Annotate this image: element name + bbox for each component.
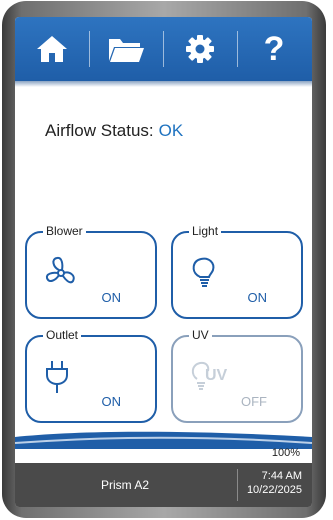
uv-lamp-text: UV	[205, 367, 228, 384]
nav-shadow	[15, 81, 312, 87]
uv-tile[interactable]: UV UV OFF	[171, 327, 303, 423]
light-label: Light	[189, 223, 222, 239]
progress-bar	[15, 431, 312, 449]
light-tile[interactable]: Light ON	[171, 223, 303, 319]
home-icon	[37, 36, 67, 62]
outlet-state: ON	[101, 394, 122, 409]
outlet-tile[interactable]: Outlet ON	[25, 327, 157, 423]
settings-button[interactable]	[163, 17, 237, 81]
top-nav-bar: ?	[15, 17, 312, 81]
light-state: ON	[247, 290, 268, 305]
help-icon: ?	[263, 29, 285, 68]
datetime: 7:44 AM 10/22/2025	[247, 469, 302, 497]
blower-label: Blower	[43, 223, 86, 239]
footer-divider	[237, 469, 238, 501]
gear-icon	[186, 35, 214, 63]
touch-screen: ? Airflow Status: OK Blower ON Light ON …	[15, 17, 312, 507]
uv-lamp-icon: UV	[189, 359, 227, 393]
plug-icon	[43, 359, 71, 400]
folder-icon	[109, 39, 144, 62]
airflow-status-value: OK	[158, 121, 184, 140]
device-name: Prism A2	[100, 478, 149, 492]
help-button[interactable]: ?	[237, 17, 311, 81]
progress-percent: 100%	[271, 447, 300, 459]
blower-tile[interactable]: Blower ON	[25, 223, 157, 319]
blower-state: ON	[101, 290, 122, 305]
airflow-status: Airflow Status: OK	[45, 121, 183, 141]
fan-icon	[43, 255, 79, 296]
uv-label: UV	[189, 327, 212, 343]
folder-button[interactable]	[89, 17, 163, 81]
date-text: 10/22/2025	[246, 484, 302, 496]
lightbulb-icon	[189, 255, 219, 296]
status-footer: Prism A2 7:44 AM 10/22/2025	[15, 463, 312, 507]
uv-state: OFF	[241, 394, 267, 409]
home-button[interactable]	[15, 17, 89, 81]
time-text: 7:44 AM	[261, 470, 302, 482]
outlet-label: Outlet	[43, 327, 82, 343]
airflow-status-label: Airflow Status:	[45, 121, 154, 140]
